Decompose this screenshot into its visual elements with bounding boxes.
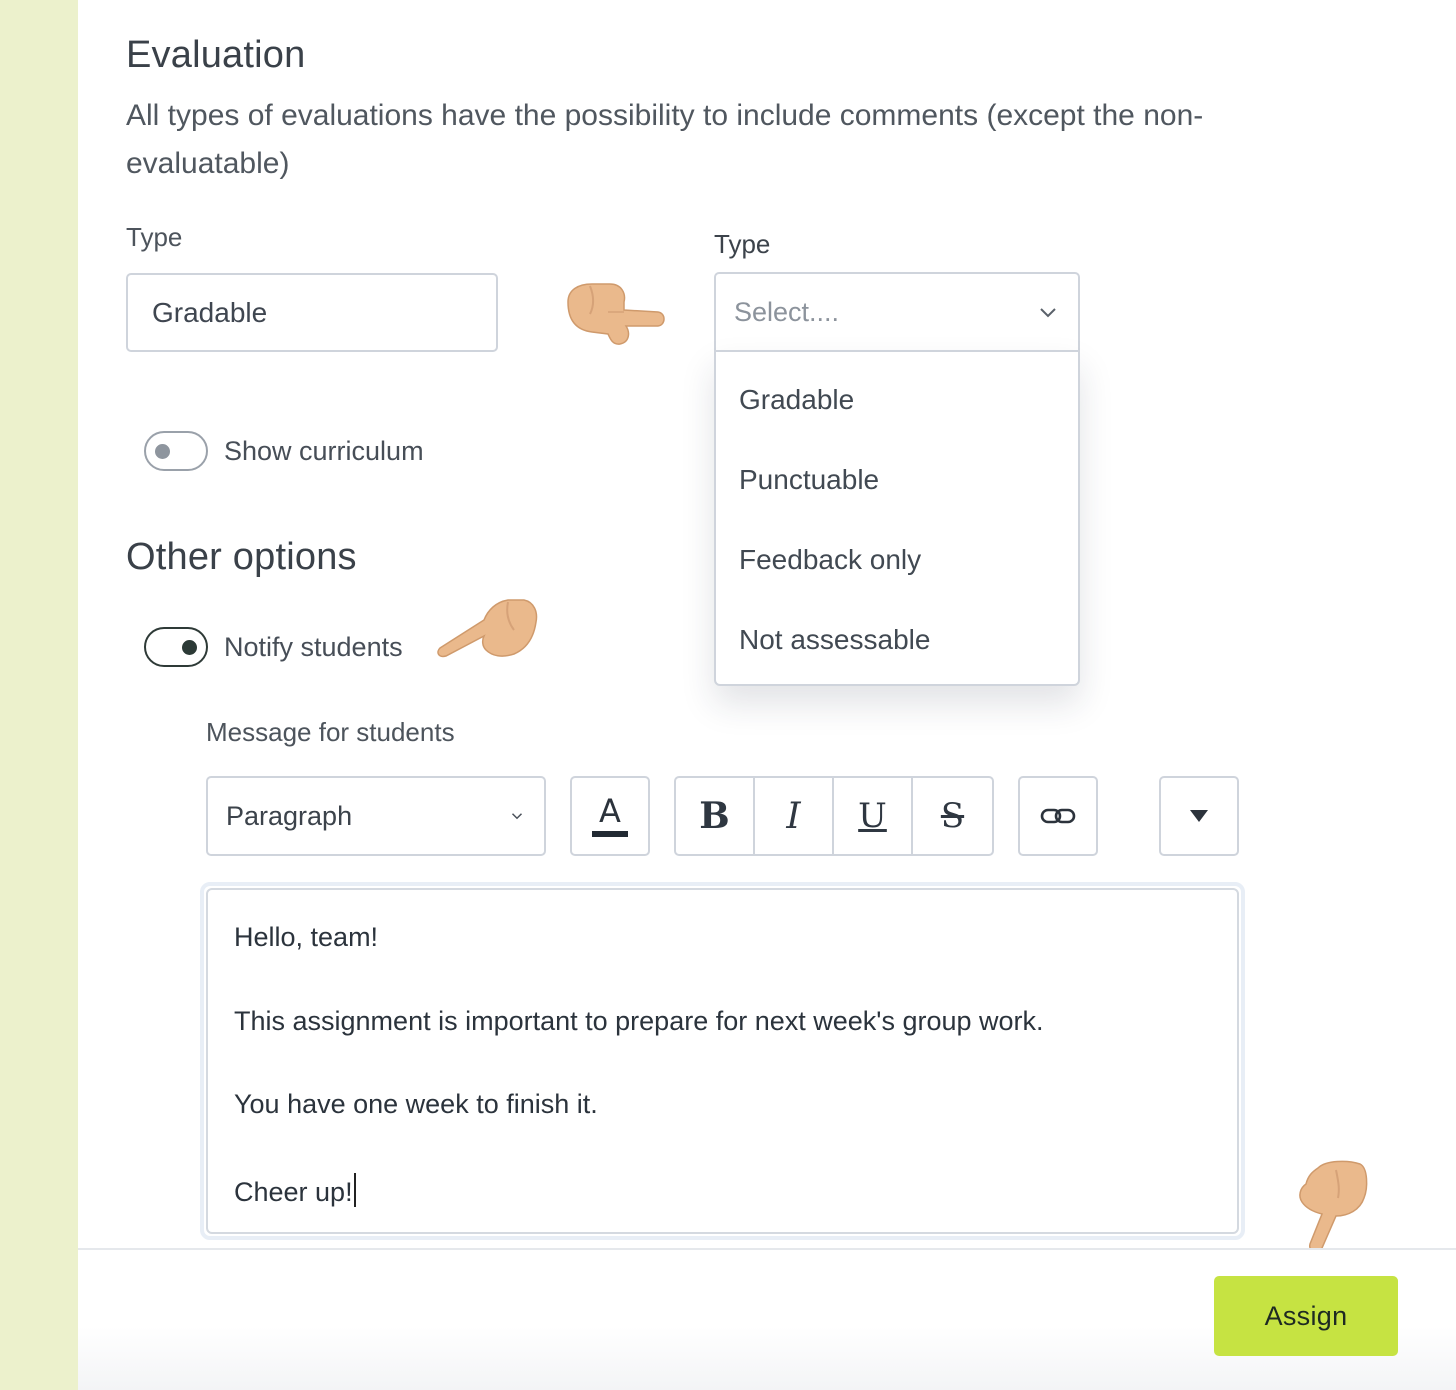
type-dropdown-menu: Gradable Punctuable Feedback only Not as…	[714, 350, 1080, 686]
dropdown-option-gradable[interactable]: Gradable	[716, 360, 1078, 440]
text-color-button[interactable]: A	[570, 776, 650, 856]
type-input-value: Gradable	[152, 296, 268, 328]
assign-button[interactable]: Assign	[1214, 1276, 1398, 1356]
text-caret	[353, 1173, 356, 1207]
chevron-down-icon	[511, 813, 523, 820]
type-input[interactable]: Gradable	[126, 273, 498, 352]
type-select[interactable]: Select....	[714, 272, 1080, 352]
underline-button[interactable]: U	[834, 778, 913, 854]
strikethrough-button[interactable]: S	[913, 778, 992, 854]
italic-button[interactable]: I	[755, 778, 834, 854]
type-field-label: Type	[126, 222, 183, 252]
dropdown-option-punctuable[interactable]: Punctuable	[716, 440, 1078, 520]
text-color-swatch	[592, 831, 628, 837]
chevron-down-icon	[1040, 308, 1056, 318]
caret-down-icon	[1190, 810, 1208, 822]
type-select-placeholder: Select....	[734, 296, 840, 327]
toggle-knob	[182, 640, 197, 655]
pointing-hand-icon	[1299, 1160, 1368, 1253]
sidebar-strip	[0, 0, 78, 1390]
message-label: Message for students	[206, 717, 455, 747]
type-select-label: Type	[714, 229, 771, 259]
evaluation-description: All types of evaluations have the possib…	[126, 99, 1204, 180]
bold-icon: B	[699, 795, 730, 837]
show-curriculum-toggle[interactable]	[144, 431, 208, 471]
italic-icon: I	[786, 795, 801, 837]
notify-students-toggle[interactable]	[144, 627, 208, 667]
editor-line: You have one week to finish it.	[234, 1089, 598, 1119]
notify-students-label: Notify students	[224, 632, 403, 662]
dropdown-option-feedback-only[interactable]: Feedback only	[716, 520, 1078, 600]
text-color-icon: A	[599, 792, 621, 830]
underline-icon: U	[858, 796, 887, 836]
strikethrough-icon: S	[940, 796, 965, 836]
other-options-title: Other options	[126, 536, 357, 578]
pointing-hand-icon	[567, 283, 665, 345]
editor-line: This assignment is important to prepare …	[234, 1006, 1044, 1036]
message-editor[interactable]: Hello, team! This assignment is importan…	[206, 888, 1239, 1234]
bold-button[interactable]: B	[676, 778, 755, 854]
format-button-group: B I U S	[674, 776, 994, 856]
toggle-knob	[155, 444, 170, 459]
pointing-hand-icon	[437, 599, 538, 658]
insert-link-button[interactable]	[1018, 776, 1098, 856]
more-options-button[interactable]	[1159, 776, 1239, 856]
show-curriculum-label: Show curriculum	[224, 436, 424, 466]
link-icon	[1040, 808, 1076, 824]
editor-line: Cheer up!	[234, 1177, 353, 1207]
block-format-value: Paragraph	[226, 800, 353, 831]
editor-last-line: Cheer up!	[234, 1173, 356, 1208]
block-format-select[interactable]: Paragraph	[206, 776, 546, 856]
dropdown-option-not-assessable[interactable]: Not assessable	[716, 600, 1078, 680]
editor-line: Hello, team!	[234, 922, 379, 952]
evaluation-title: Evaluation	[126, 34, 306, 76]
